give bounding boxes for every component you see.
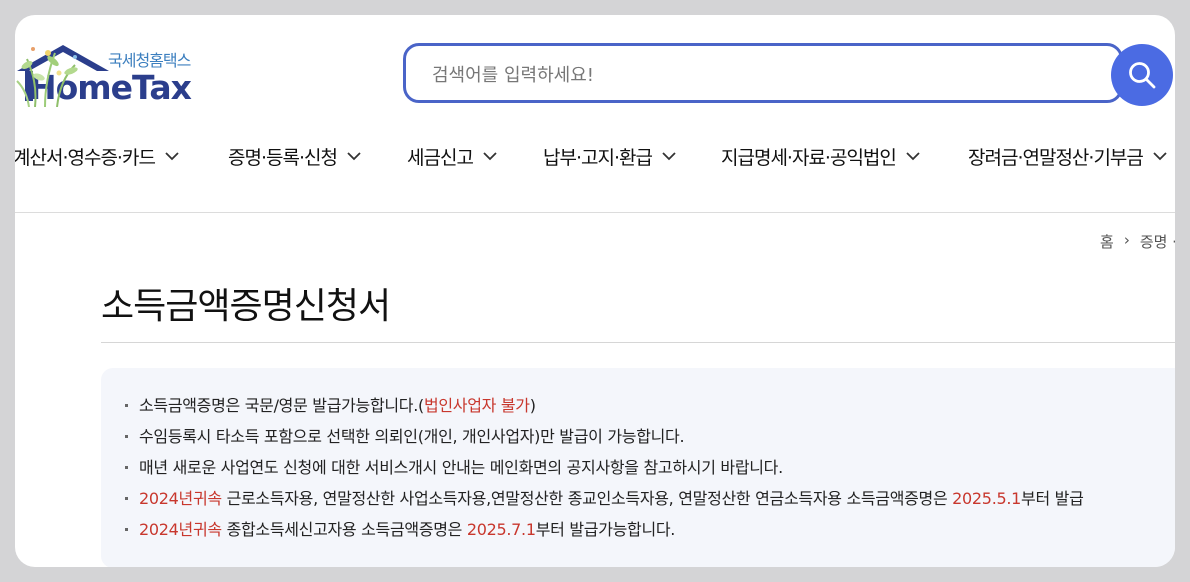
notice-box: 소득금액증명은 국문/영문 발급가능합니다.(법인사업자 불가) 수임등록시 타…: [101, 368, 1175, 567]
main-nav: 계산서·영수증·카드 증명·등록·신청 세금신고 납부·고지·환급 지급명세·자…: [15, 143, 1175, 179]
page-frame: 국세청홈택스 HomeTax 계산서·영수증·카드: [15, 15, 1175, 567]
nav-item-payment-refund[interactable]: 납부·고지·환급: [543, 143, 676, 170]
search-input[interactable]: [430, 60, 1094, 90]
notice-text: ): [529, 396, 536, 415]
title-divider: [101, 342, 1175, 343]
notice-emphasis: 2024년귀속: [139, 520, 222, 539]
notice-emphasis: 2024년귀속: [139, 489, 222, 508]
notice-item: 소득금액증명은 국문/영문 발급가능합니다.(법인사업자 불가): [123, 390, 1084, 421]
nav-item-label: 납부·고지·환급: [543, 147, 653, 169]
nav-item-label: 계산서·영수증·카드: [15, 147, 156, 169]
notice-text: 종합소득세신고자용 소득금액증명은: [221, 520, 467, 539]
nav-item-certificate-registration[interactable]: 증명·등록·신청: [228, 143, 361, 170]
notice-text: 수임등록시 타소득 포함으로 선택한 의뢰인(개인, 개인사업자)만 발급이 가…: [139, 427, 685, 446]
nav-item-incentive-yearend[interactable]: 장려금·연말정산·기부금: [968, 143, 1167, 170]
breadcrumb-separator: ›: [1123, 231, 1130, 249]
notice-emphasis: 법인사업자 불가: [423, 396, 530, 415]
notice-emphasis: 2025.7.1: [466, 520, 536, 539]
chevron-down-icon: [662, 152, 676, 161]
search-button[interactable]: [1111, 44, 1173, 106]
search-box: [403, 43, 1123, 103]
breadcrumb-home[interactable]: 홈: [1100, 231, 1114, 252]
nav-item-invoice-receipt-card[interactable]: 계산서·영수증·카드: [15, 143, 179, 170]
nav-item-payment-statement[interactable]: 지급명세·자료·공익법인: [721, 143, 920, 170]
chevron-down-icon: [1153, 152, 1167, 161]
notice-text: 부터 발급가능합니다.: [535, 520, 676, 539]
breadcrumb: 홈 › 증명 ·: [1100, 231, 1175, 252]
notice-text: 부터 발급: [1021, 489, 1084, 508]
nav-item-label: 장려금·연말정산·기부금: [968, 147, 1144, 169]
notice-item: 수임등록시 타소득 포함으로 선택한 의뢰인(개인, 개인사업자)만 발급이 가…: [123, 421, 1084, 452]
breadcrumb-current[interactable]: 증명 ·: [1140, 231, 1175, 252]
nav-item-label: 세금신고: [407, 147, 474, 169]
chevron-down-icon: [165, 152, 179, 161]
window-edge: [1175, 0, 1190, 582]
chevron-down-icon: [347, 152, 361, 161]
notice-list: 소득금액증명은 국문/영문 발급가능합니다.(법인사업자 불가) 수임등록시 타…: [123, 390, 1084, 545]
notice-item: 2024년귀속 종합소득세신고자용 소득금액증명은 2025.7.1부터 발급가…: [123, 514, 1084, 545]
notice-text: 매년 새로운 사업연도 신청에 대한 서비스개시 안내는 메인화면의 공지사항을…: [139, 458, 783, 477]
plant-decoration-icon: [16, 47, 78, 107]
nav-item-tax-filing[interactable]: 세금신고: [407, 143, 497, 170]
notice-item: 2024년귀속 근로소득자용, 연말정산한 사업소득자용,연말정산한 종교인소득…: [123, 483, 1084, 514]
notice-text: 근로소득자용, 연말정산한 사업소득자용,연말정산한 종교인소득자용, 연말정산…: [221, 489, 953, 508]
notice-text: 소득금액증명은 국문/영문 발급가능합니다.(: [139, 396, 424, 415]
page-title: 소득금액증명신청서: [101, 286, 391, 327]
hometax-logo[interactable]: 국세청홈택스 HomeTax: [15, 43, 285, 123]
nav-item-label: 지급명세·자료·공익법인: [721, 147, 897, 169]
notice-emphasis: 2025.5.1: [952, 489, 1022, 508]
nav-divider: [15, 212, 1175, 213]
chevron-down-icon: [906, 152, 920, 161]
search-icon: [1129, 62, 1156, 89]
nav-item-label: 증명·등록·신청: [228, 147, 338, 169]
notice-item: 매년 새로운 사업연도 신청에 대한 서비스개시 안내는 메인화면의 공지사항을…: [123, 452, 1084, 483]
chevron-down-icon: [483, 152, 497, 161]
